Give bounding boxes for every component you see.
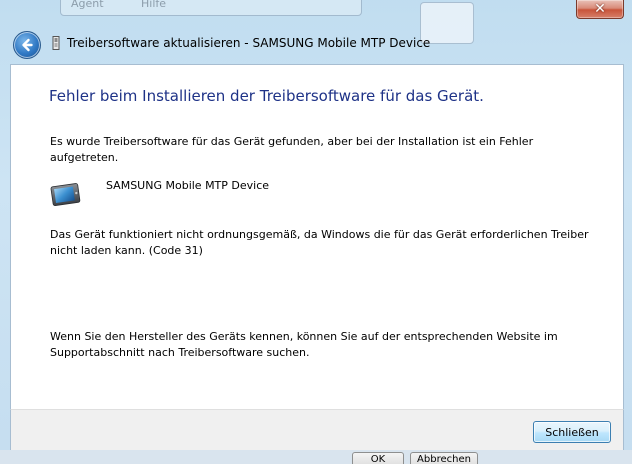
error-heading: Fehler beim Installieren der Treibersoft… <box>49 87 484 105</box>
background-tab-agent: Agent <box>71 0 104 10</box>
hint-message: Wenn Sie den Hersteller des Geräts kenne… <box>50 330 558 359</box>
close-button[interactable]: Schließen <box>533 421 611 443</box>
window-close-button[interactable]: ✕ <box>576 0 624 19</box>
error-message: Das Gerät funktioniert nicht ordnungsgem… <box>50 228 589 257</box>
mobile-device-icon <box>50 183 81 207</box>
background-ok-button: OK <box>352 452 404 464</box>
background-window-toolbar: Agent Hilfe <box>60 0 362 16</box>
window-title: Treibersoftware aktualisieren - SAMSUNG … <box>67 36 431 50</box>
back-button[interactable] <box>13 31 41 59</box>
button-bar: Schließen <box>10 409 624 452</box>
close-icon: ✕ <box>594 1 606 17</box>
found-message: Es wurde Treibersoftware für das Gerät g… <box>50 135 534 164</box>
driver-icon <box>52 36 60 50</box>
content-panel: Fehler beim Installieren der Treibersoft… <box>10 64 624 410</box>
background-tab-help: Hilfe <box>141 0 167 10</box>
background-cancel-button: Abbrechen <box>410 452 478 464</box>
back-arrow-icon <box>22 38 33 52</box>
background-dialog-strip <box>0 450 632 464</box>
device-name: SAMSUNG Mobile MTP Device <box>106 179 270 192</box>
